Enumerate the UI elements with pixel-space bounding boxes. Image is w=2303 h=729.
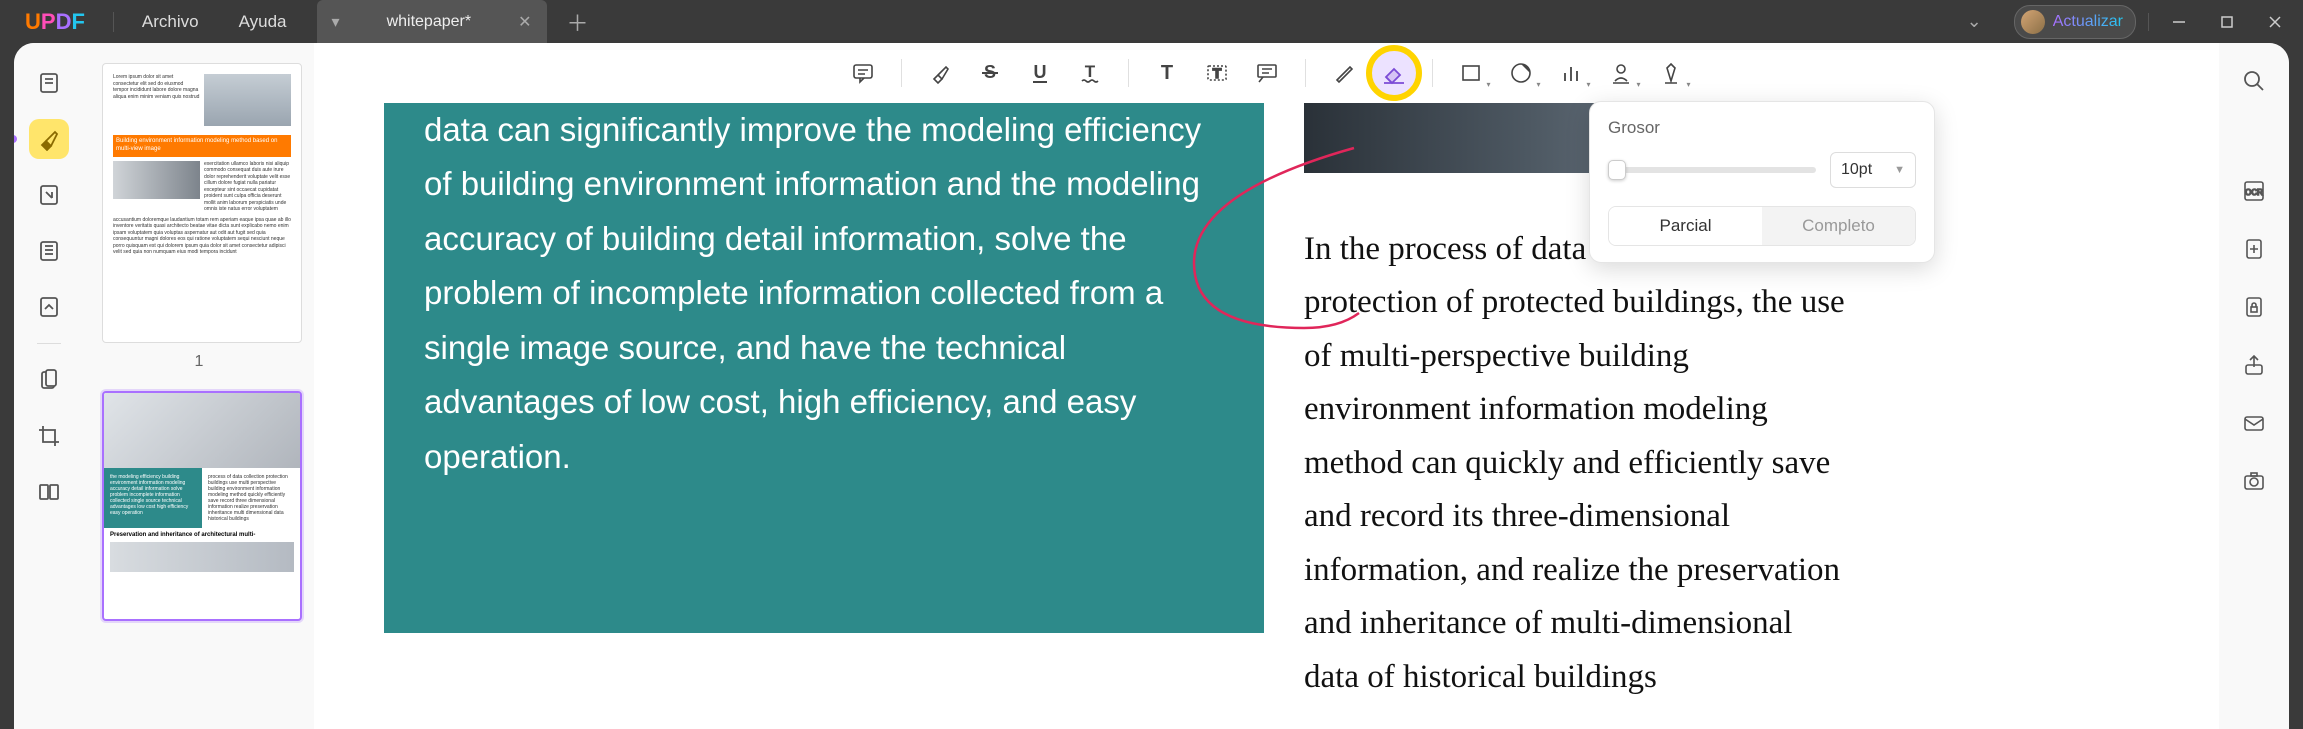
typewriter-icon[interactable]: T <box>1145 51 1189 95</box>
thickness-value: 10pt <box>1841 161 1872 179</box>
slider-thumb[interactable] <box>1608 160 1626 180</box>
search-icon[interactable] <box>2236 63 2272 99</box>
account-update-button[interactable]: Actualizar <box>2014 5 2136 39</box>
tab-dropdown-icon[interactable]: ▾ <box>332 12 340 32</box>
svg-text:T: T <box>1160 62 1172 84</box>
chevron-down-icon: ▼ <box>1894 164 1905 176</box>
svg-text:U: U <box>1033 62 1046 82</box>
app-body: Lorem ipsum dolor sit amet consectetur e… <box>14 43 2289 729</box>
highlight-icon[interactable] <box>918 51 962 95</box>
thickness-select[interactable]: 10pt ▼ <box>1830 152 1916 188</box>
thumb2-heading: Preservation and inheritance of architec… <box>104 528 300 542</box>
edit-text-icon[interactable] <box>29 175 69 215</box>
crop-icon[interactable] <box>29 416 69 456</box>
stamp-icon[interactable]: ▾ <box>1499 51 1543 95</box>
callout-icon[interactable] <box>1245 51 1289 95</box>
strikethrough-icon[interactable]: S <box>968 51 1012 95</box>
tab-close-icon[interactable]: ✕ <box>518 12 531 32</box>
divider <box>1305 59 1306 87</box>
thickness-popup: Grosor 10pt ▼ Parcial Completo <box>1589 101 1935 263</box>
tab-title: whitepaper* <box>380 13 479 31</box>
menu-file[interactable]: Archivo <box>122 12 219 32</box>
eraser-icon[interactable] <box>1372 51 1416 95</box>
chart-icon[interactable]: ▾ <box>1549 51 1593 95</box>
app-logo: UPDF <box>25 9 85 35</box>
redact-pen-icon[interactable]: ▾ <box>1649 51 1693 95</box>
form-icon[interactable] <box>29 360 69 400</box>
ocr-icon[interactable]: OCR <box>2236 173 2272 209</box>
pencil-icon[interactable] <box>1322 51 1366 95</box>
update-label: Actualizar <box>2053 13 2123 31</box>
annotation-toolbar: S U T T T ▾ ▾ ▾ ▾ ▾ <box>314 43 2219 103</box>
shape-icon[interactable]: ▾ <box>1449 51 1493 95</box>
divider <box>1432 59 1433 87</box>
slider-row: 10pt ▼ <box>1608 152 1916 188</box>
svg-text:T: T <box>1212 65 1221 81</box>
tab-add-icon[interactable]: ＋ <box>567 6 589 38</box>
segment-complete[interactable]: Completo <box>1762 207 1915 245</box>
reader-icon[interactable] <box>29 63 69 103</box>
segment-partial[interactable]: Parcial <box>1609 207 1762 245</box>
divider <box>113 12 114 32</box>
window-minimize-icon[interactable] <box>2161 4 2197 40</box>
thumbnail-panel: Lorem ipsum dolor sit amet consectetur e… <box>84 43 314 729</box>
titlebar: UPDF Archivo Ayuda ▾ whitepaper* ✕ ＋ ⌄ A… <box>0 0 2303 43</box>
thumbnail-page-1[interactable]: Lorem ipsum dolor sit amet consectetur e… <box>102 63 302 343</box>
divider <box>37 343 61 344</box>
teal-text: data can significantly improve the model… <box>424 103 1224 484</box>
mode-segment: Parcial Completo <box>1608 206 1916 246</box>
thumbnail-page-2[interactable]: the modeling efficiency building environ… <box>102 391 302 621</box>
organize-icon[interactable] <box>29 231 69 271</box>
svg-text:T: T <box>1084 62 1095 81</box>
divider <box>901 59 902 87</box>
thumbnail-page-number: 1 <box>102 353 296 371</box>
comment-icon[interactable] <box>841 51 885 95</box>
signature-icon[interactable]: ▾ <box>1599 51 1643 95</box>
divider <box>1128 59 1129 87</box>
left-rail <box>14 43 84 729</box>
right-rail: OCR <box>2219 43 2289 729</box>
protect-icon[interactable] <box>2236 289 2272 325</box>
active-indicator <box>14 135 17 143</box>
email-icon[interactable] <box>2236 405 2272 441</box>
document-tab[interactable]: ▾ whitepaper* ✕ <box>317 0 547 43</box>
teal-text-block: data can significantly improve the model… <box>384 103 1264 633</box>
titlebar-right: ⌄ Actualizar <box>1967 4 2293 40</box>
popup-title: Grosor <box>1608 118 1916 138</box>
window-close-icon[interactable] <box>2257 4 2293 40</box>
share-icon[interactable] <box>2236 347 2272 383</box>
insert-icon[interactable] <box>2236 231 2272 267</box>
titlebar-chevron-down-icon[interactable]: ⌄ <box>1967 11 1982 32</box>
window-maximize-icon[interactable] <box>2209 4 2245 40</box>
thickness-slider[interactable] <box>1608 167 1816 173</box>
avatar <box>2021 10 2045 34</box>
compare-icon[interactable] <box>29 472 69 512</box>
divider <box>2148 13 2149 31</box>
svg-text:OCR: OCR <box>2245 188 2263 197</box>
highlighter-icon[interactable] <box>29 119 69 159</box>
textbox-icon[interactable]: T <box>1195 51 1239 95</box>
menu-help[interactable]: Ayuda <box>219 12 307 32</box>
squiggly-icon[interactable]: T <box>1068 51 1112 95</box>
right-text-block: In the process of data collection and pr… <box>1304 223 1854 704</box>
redact-icon[interactable] <box>29 287 69 327</box>
screenshot-icon[interactable] <box>2236 463 2272 499</box>
main-area: S U T T T ▾ ▾ ▾ ▾ ▾ data can sign <box>314 43 2219 729</box>
underline-icon[interactable]: U <box>1018 51 1062 95</box>
thumb-title-badge: Building environment information modelin… <box>113 135 291 157</box>
